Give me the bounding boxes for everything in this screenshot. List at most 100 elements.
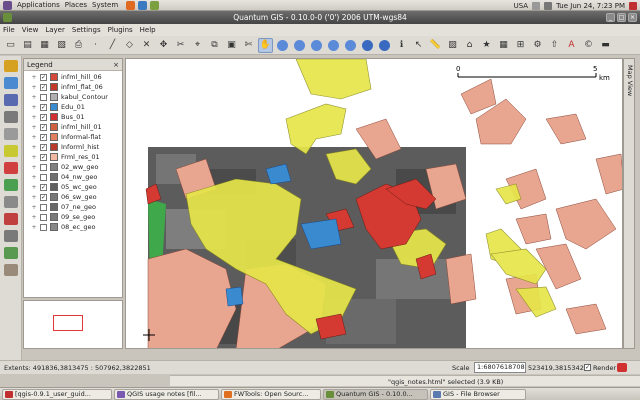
expand-icon[interactable]: + bbox=[30, 174, 38, 181]
remove-layer-icon[interactable] bbox=[4, 128, 18, 140]
menu-help[interactable]: Help bbox=[140, 26, 156, 34]
add-vector-icon[interactable] bbox=[4, 60, 18, 72]
measure-line-icon[interactable]: 📏 bbox=[428, 38, 443, 53]
mail-launcher-icon[interactable] bbox=[138, 0, 148, 10]
add-vertex-icon[interactable]: ⌖ bbox=[190, 38, 205, 53]
legend-layer-item[interactable]: + ✓ Informl_hist bbox=[24, 142, 122, 152]
legend-layer-item[interactable]: + ✓ Edu_01 bbox=[24, 102, 122, 112]
pan-icon[interactable]: ✋ bbox=[258, 37, 273, 53]
expand-icon[interactable]: + bbox=[30, 194, 38, 201]
applications-menu[interactable]: Applications bbox=[17, 1, 60, 9]
zoom-layer-icon[interactable] bbox=[343, 38, 358, 53]
overview-add-icon[interactable] bbox=[4, 162, 18, 174]
network-icon[interactable] bbox=[532, 1, 541, 10]
hide-all-layers-icon[interactable] bbox=[4, 196, 18, 208]
places-menu[interactable]: Places bbox=[65, 1, 87, 9]
add-raster-icon[interactable] bbox=[4, 77, 18, 89]
plugin-icon[interactable]: ⚙ bbox=[530, 38, 545, 53]
graticule-icon[interactable]: ⊞ bbox=[513, 38, 528, 53]
layer-visibility-checkbox[interactable]: ✓ bbox=[40, 143, 47, 151]
zoom-selection-icon[interactable] bbox=[326, 38, 341, 53]
legend-layer-item[interactable]: +07_ne_geo bbox=[24, 202, 122, 212]
capture-line-icon[interactable]: ╱ bbox=[105, 38, 120, 53]
zoom-full-icon[interactable] bbox=[309, 38, 324, 53]
map-layers[interactable]: 0 5 km bbox=[126, 59, 623, 349]
expand-icon[interactable]: + bbox=[30, 94, 38, 101]
taskbar-item[interactable]: [qgis-0.9.1_user_guid... bbox=[2, 388, 112, 400]
expand-icon[interactable]: + bbox=[30, 154, 38, 161]
expand-icon[interactable]: + bbox=[30, 104, 38, 111]
layer-visibility-checkbox[interactable]: ✓ bbox=[40, 193, 47, 201]
open-project-icon[interactable]: ▤ bbox=[20, 38, 35, 53]
close-button[interactable]: × bbox=[628, 13, 637, 22]
expand-icon[interactable]: + bbox=[30, 74, 38, 81]
expand-icon[interactable]: + bbox=[30, 204, 38, 211]
delete-feature-icon[interactable]: ✕ bbox=[139, 38, 154, 53]
move-feature-icon[interactable]: ✥ bbox=[156, 38, 171, 53]
expand-icon[interactable]: + bbox=[30, 214, 38, 221]
taskbar-item[interactable]: Quantum GIS - 0.10.0... bbox=[323, 388, 428, 400]
expand-icon[interactable]: + bbox=[30, 164, 38, 171]
save-project-icon[interactable]: ▦ bbox=[37, 38, 52, 53]
layer-visibility-checkbox[interactable]: ✓ bbox=[40, 153, 47, 161]
firefox-launcher-icon[interactable] bbox=[126, 0, 136, 10]
clock[interactable]: Tue Jun 24, 7:23 PM bbox=[556, 2, 625, 10]
expand-icon[interactable]: + bbox=[30, 184, 38, 191]
delimited-text-icon[interactable] bbox=[4, 230, 18, 242]
layer-visibility-checkbox[interactable] bbox=[40, 163, 47, 171]
georeferencer-icon[interactable] bbox=[4, 264, 18, 276]
add-postgis-icon[interactable] bbox=[4, 94, 18, 106]
shutdown-icon[interactable] bbox=[629, 1, 637, 10]
pdf-export-icon[interactable]: A bbox=[564, 38, 579, 53]
new-vector-icon[interactable] bbox=[4, 145, 18, 157]
expand-icon[interactable]: + bbox=[30, 124, 38, 131]
menu-file[interactable]: File bbox=[3, 26, 15, 34]
menu-view[interactable]: View bbox=[22, 26, 39, 34]
legend-layer-item[interactable]: + ✓ 05_wc_geo bbox=[24, 182, 122, 192]
expand-icon[interactable]: + bbox=[30, 134, 38, 141]
layer-visibility-checkbox[interactable]: ✓ bbox=[40, 183, 47, 191]
expand-icon[interactable]: + bbox=[30, 84, 38, 91]
refresh-icon[interactable] bbox=[377, 38, 392, 53]
grid-icon[interactable]: ▦ bbox=[496, 38, 511, 53]
layer-visibility-checkbox[interactable]: ✓ bbox=[40, 113, 47, 121]
menu-settings[interactable]: Settings bbox=[72, 26, 101, 34]
legend-layer-item[interactable]: + ✓ Informal-flat bbox=[24, 132, 122, 142]
identify-icon[interactable]: ℹ bbox=[394, 38, 409, 53]
split-feature-icon[interactable]: ✂ bbox=[173, 38, 188, 53]
ubuntu-logo-icon[interactable] bbox=[3, 0, 12, 10]
copyright-label-icon[interactable]: © bbox=[581, 38, 596, 53]
layer-visibility-checkbox[interactable]: ✓ bbox=[40, 103, 47, 111]
layer-visibility-checkbox[interactable] bbox=[40, 213, 47, 221]
system-menu[interactable]: System bbox=[92, 1, 118, 9]
legend-layer-item[interactable]: +08_ec_geo bbox=[24, 222, 122, 232]
overview-panel[interactable] bbox=[23, 300, 123, 349]
legend-layer-item[interactable]: + ✓ infml_hill_01 bbox=[24, 122, 122, 132]
map-tips-icon[interactable]: ⌂ bbox=[462, 38, 477, 53]
select-features-icon[interactable]: ↖ bbox=[411, 38, 426, 53]
zoom-last-icon[interactable] bbox=[360, 38, 375, 53]
legend-layer-item[interactable]: +09_se_geo bbox=[24, 212, 122, 222]
bookmark-icon[interactable]: ★ bbox=[479, 38, 494, 53]
layer-visibility-checkbox[interactable]: ✓ bbox=[40, 133, 47, 141]
layer-visibility-checkbox[interactable]: ✓ bbox=[40, 123, 47, 131]
legend-layer-item[interactable]: + ✓ Frml_res_01 bbox=[24, 152, 122, 162]
paste-features-icon[interactable]: ▣ bbox=[224, 38, 239, 53]
volume-icon[interactable] bbox=[544, 1, 553, 10]
grass-tools-icon[interactable] bbox=[4, 213, 18, 225]
taskbar-item[interactable]: GIS - File Browser bbox=[430, 388, 526, 400]
save-as-icon[interactable]: ▧ bbox=[54, 38, 69, 53]
legend-layer-item[interactable]: +04_nw_geo bbox=[24, 172, 122, 182]
gps-tools-icon[interactable] bbox=[4, 247, 18, 259]
map-canvas[interactable]: 0 5 km bbox=[125, 58, 623, 349]
layer-visibility-checkbox[interactable] bbox=[40, 173, 47, 181]
zoom-in-icon[interactable] bbox=[275, 38, 290, 53]
legend-layer-item[interactable]: +02_ww_geo bbox=[24, 162, 122, 172]
print-icon[interactable]: ⎙ bbox=[71, 38, 86, 53]
legend-layer-item[interactable]: + ✓ infml_hill_06 bbox=[24, 72, 122, 82]
legend-close-icon[interactable]: × bbox=[113, 59, 119, 71]
layer-visibility-checkbox[interactable]: ✓ bbox=[40, 83, 47, 91]
menu-layer[interactable]: Layer bbox=[45, 26, 65, 34]
taskbar-item[interactable]: FWTools: Open Sourc... bbox=[221, 388, 321, 400]
expand-icon[interactable]: + bbox=[30, 114, 38, 121]
